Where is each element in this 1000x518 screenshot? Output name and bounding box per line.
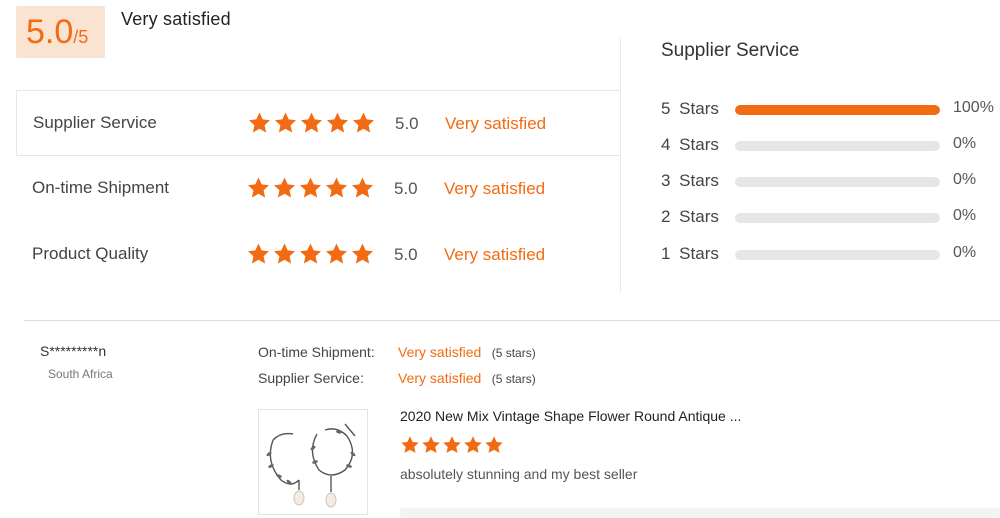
- star-icon: [246, 176, 271, 200]
- star-icon: [324, 176, 349, 200]
- star-icon: [484, 435, 504, 455]
- star-icon: [272, 176, 297, 200]
- distribution-percent: 0%: [953, 171, 977, 188]
- distribution-row: 2 Stars 0%: [661, 207, 1000, 229]
- star-icon: [400, 435, 420, 455]
- section-divider: [24, 320, 1000, 321]
- review-service-count: (5 stars): [491, 372, 536, 386]
- vertical-divider: [620, 38, 621, 292]
- rating-stars: [246, 242, 375, 266]
- distribution-label: 2 Stars: [661, 207, 719, 226]
- distribution-row: 4 Stars 0%: [661, 135, 1000, 157]
- rating-score: 5.0: [394, 245, 418, 264]
- review-shipment-count: (5 stars): [491, 346, 536, 360]
- distribution-bar: [735, 213, 940, 223]
- rating-row-product-quality[interactable]: Product Quality 5.0 Very satisfied: [16, 222, 620, 288]
- star-icon: [272, 242, 297, 266]
- review-stars: [400, 435, 504, 455]
- star-icon: [298, 176, 323, 200]
- overall-score: 5.0/5: [26, 13, 89, 51]
- review-service-line: Supplier Service:: [258, 370, 364, 388]
- review-shipment-sentiment: Very satisfied: [398, 344, 482, 360]
- review-service-result: Very satisfied (5 stars): [398, 370, 536, 388]
- ratings-list: Supplier Service 5.0 Very satisfied On-t…: [16, 90, 620, 288]
- distribution-bar-fill: [735, 105, 940, 115]
- star-icon: [463, 435, 483, 455]
- rating-label: Supplier Service: [33, 113, 157, 132]
- review-text: absolutely stunning and my best seller: [400, 466, 638, 482]
- rating-row-supplier-service[interactable]: Supplier Service 5.0 Very satisfied: [16, 90, 620, 156]
- distribution-label: 5 Stars: [661, 99, 719, 118]
- star-icon: [421, 435, 441, 455]
- distribution-percent: 0%: [953, 244, 977, 261]
- rating-label: Product Quality: [32, 244, 149, 263]
- star-icon: [273, 111, 298, 135]
- distribution-row: 1 Stars 0%: [661, 244, 1000, 266]
- rating-label: On-time Shipment: [32, 178, 169, 197]
- distribution-percent: 0%: [953, 135, 977, 152]
- rating-row-on-time-shipment[interactable]: On-time Shipment 5.0 Very satisfied: [16, 156, 620, 222]
- rating-score: 5.0: [395, 114, 419, 133]
- overall-score-max: /5: [73, 27, 89, 47]
- product-title-link[interactable]: 2020 New Mix Vintage Shape Flower Round …: [400, 408, 741, 424]
- distribution-percent: 100%: [953, 99, 994, 116]
- star-icon: [299, 111, 324, 135]
- star-icon: [350, 176, 375, 200]
- star-icon: [247, 111, 272, 135]
- distribution-label: 1 Stars: [661, 244, 719, 263]
- review-shipment-result: Very satisfied (5 stars): [398, 344, 536, 362]
- star-icon: [442, 435, 462, 455]
- rating-sentiment: Very satisfied: [445, 114, 547, 133]
- rating-stars: [247, 111, 376, 135]
- distribution-bar: [735, 177, 940, 187]
- star-icon: [246, 242, 271, 266]
- reviewer-name: S*********n: [40, 343, 107, 359]
- rating-sentiment: Very satisfied: [444, 179, 546, 198]
- star-icon: [325, 111, 350, 135]
- earring-product-image: [266, 423, 356, 508]
- distribution-bar: [735, 141, 940, 151]
- star-icon: [298, 242, 323, 266]
- review-shipment-line: On-time Shipment:: [258, 344, 375, 362]
- distribution-bar: [735, 105, 940, 115]
- star-icon: [350, 242, 375, 266]
- distribution-label: 4 Stars: [661, 135, 719, 154]
- distribution-percent: 0%: [953, 207, 977, 224]
- review-service-label: Supplier Service:: [258, 370, 364, 386]
- reviewer-country: South Africa: [48, 367, 113, 381]
- rating-stars: [246, 176, 375, 200]
- overall-sentiment: Very satisfied: [121, 9, 231, 29]
- distribution-row: 5 Stars 100%: [661, 99, 1000, 121]
- overall-score-badge: 5.0/5: [16, 6, 105, 58]
- distribution-bar: [735, 250, 940, 260]
- reply-area: [400, 508, 1000, 518]
- star-icon: [351, 111, 376, 135]
- review-service-sentiment: Very satisfied: [398, 370, 482, 386]
- distribution-row: 3 Stars 0%: [661, 171, 1000, 193]
- product-thumbnail[interactable]: [258, 409, 368, 515]
- rating-sentiment: Very satisfied: [444, 245, 546, 264]
- star-icon: [324, 242, 349, 266]
- distribution-label: 3 Stars: [661, 171, 719, 190]
- review-shipment-label: On-time Shipment:: [258, 344, 375, 360]
- rating-score: 5.0: [394, 179, 418, 198]
- distribution-title: Supplier Service: [661, 40, 800, 61]
